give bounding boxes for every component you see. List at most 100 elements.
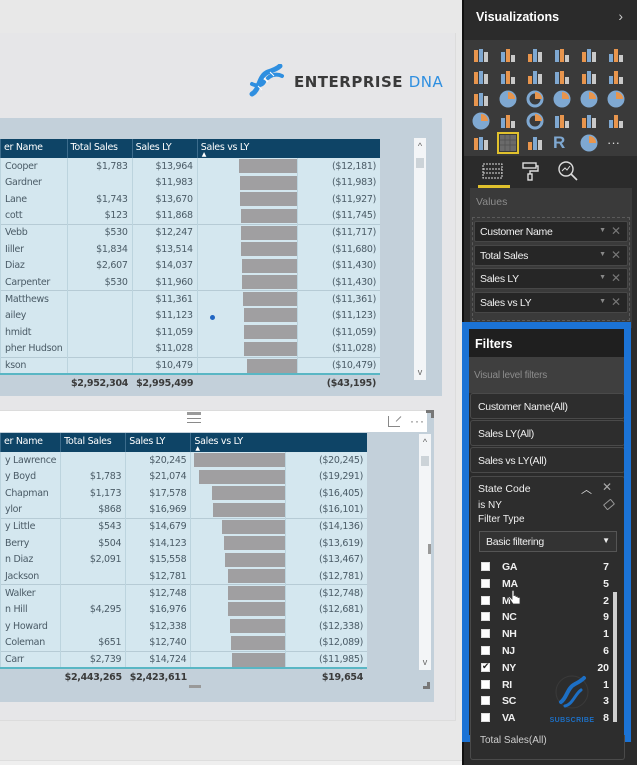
- card-icon[interactable]: [553, 112, 571, 130]
- table-row[interactable]: n Hill $4,295 $16,976 ($12,681): [0, 601, 367, 618]
- shape-map-icon[interactable]: [472, 112, 490, 130]
- scroll-thumb[interactable]: [421, 456, 429, 466]
- remove-field-icon[interactable]: ✕: [611, 224, 621, 238]
- globe-map-icon[interactable]: [580, 134, 598, 152]
- line-clustered-column-icon[interactable]: [580, 68, 598, 86]
- col-header-sales-ly[interactable]: Sales LY: [131, 139, 198, 158]
- analytics-magnifier-icon[interactable]: [557, 160, 579, 182]
- table-row[interactable]: y Boyd $1,783 $21,074 ($19,291): [0, 468, 367, 486]
- scroll-up-icon[interactable]: ^: [419, 437, 431, 447]
- table-row[interactable]: ylor $868 $16,969 ($16,101): [0, 501, 367, 519]
- field-dropdown-icon[interactable]: ▼: [599, 251, 606, 258]
- subscribe-watermark[interactable]: SUBSCRIBE: [543, 672, 601, 724]
- options-scrollbar[interactable]: [613, 592, 617, 722]
- table-row[interactable]: Vebb $530 $12,247 ($11,717): [0, 223, 380, 241]
- scroll-down-icon[interactable]: v: [414, 367, 426, 377]
- field-pill-sales-vs-ly[interactable]: Sales vs LY ▼ ✕: [474, 291, 628, 313]
- table-row[interactable]: Iiller $1,834 $13,514 ($11,680): [0, 240, 380, 258]
- stacked-area-icon[interactable]: [526, 68, 544, 86]
- remove-field-icon[interactable]: ✕: [611, 248, 621, 262]
- pie-chart-icon[interactable]: [499, 90, 517, 108]
- filter-card-customer-name[interactable]: Customer Name(All): [470, 393, 624, 419]
- checkbox[interactable]: [481, 629, 490, 639]
- table-row[interactable]: Carpenter $530 $11,960 ($11,430): [0, 274, 380, 291]
- checkbox[interactable]: [481, 578, 490, 588]
- field-pill-customer-name[interactable]: Customer Name ▼ ✕: [474, 221, 628, 242]
- filter-option-nj[interactable]: NJ 6: [479, 643, 609, 660]
- fields-tab-icon[interactable]: [482, 162, 504, 180]
- resize-handle-bottom[interactable]: [189, 685, 201, 688]
- filter-option-m[interactable]: M2: [479, 593, 609, 610]
- table-row[interactable]: ailey $11,123 ($11,123): [0, 307, 380, 324]
- filter-option-ga[interactable]: GA 7: [479, 559, 609, 576]
- checkbox[interactable]: [481, 562, 490, 571]
- values-well[interactable]: Customer Name ▼ ✕ Total Sales ▼ ✕ Sales LY ▼ ✕ Sa…: [472, 217, 630, 321]
- table-row[interactable]: pher Hudson $11,028 ($11,028): [0, 340, 380, 358]
- scatter-chart-icon[interactable]: [472, 90, 490, 108]
- table-icon[interactable]: [497, 132, 519, 154]
- table-row[interactable]: kson $10,479 ($10,479): [0, 356, 380, 374]
- checkbox[interactable]: [481, 679, 490, 689]
- scrollbar-top[interactable]: ^ v: [414, 138, 426, 380]
- filter-card-sales-vs-ly[interactable]: Sales vs LY(All): [470, 447, 624, 473]
- remove-filter-icon[interactable]: ✕: [602, 480, 612, 494]
- funnel-icon[interactable]: [499, 112, 517, 130]
- resize-handle-bottom-right[interactable]: [423, 682, 430, 689]
- area-chart-icon[interactable]: [499, 68, 517, 86]
- scroll-up-icon[interactable]: ^: [414, 141, 426, 151]
- drag-handle-icon[interactable]: [187, 412, 201, 423]
- clear-filter-eraser-icon[interactable]: [602, 498, 616, 511]
- r-visual-icon[interactable]: R: [553, 134, 571, 152]
- collapse-filter-icon[interactable]: ︿: [581, 481, 592, 497]
- format-paint-roller-icon[interactable]: [521, 161, 539, 181]
- field-dropdown-icon[interactable]: ▼: [599, 227, 606, 234]
- more-options-icon[interactable]: ···: [410, 414, 425, 428]
- table-row[interactable]: Coleman $651 $12,740 ($12,089): [0, 634, 367, 652]
- table-row[interactable]: n Diaz $2,091 $15,558 ($13,467): [0, 551, 367, 569]
- field-dropdown-icon[interactable]: ▼: [599, 274, 606, 281]
- checkbox[interactable]: [481, 713, 490, 723]
- matrix-icon[interactable]: [526, 134, 544, 152]
- gauge-icon[interactable]: [526, 112, 544, 130]
- table-row[interactable]: Matthews $11,361 ($11,361): [0, 290, 380, 308]
- table-visual-bottom[interactable]: ··· er Name Total Sales Sales LY Sales v…: [0, 410, 434, 702]
- table-visual-top[interactable]: er Name Total Sales Sales LY Sales vs LY…: [0, 118, 442, 396]
- filter-option-ma[interactable]: MA 5: [479, 576, 609, 593]
- table-row[interactable]: Berry $504 $14,123 ($13,619): [0, 534, 367, 552]
- col-header-customer-name[interactable]: er Name: [0, 433, 61, 452]
- col-header-customer-name[interactable]: er Name: [0, 139, 67, 158]
- table-row[interactable]: Jackson $12,781 ($12,781): [0, 568, 367, 585]
- table-row[interactable]: hmidt $11,059 ($11,059): [0, 323, 380, 341]
- stacked-bar-icon[interactable]: [472, 46, 490, 64]
- filled-map-icon[interactable]: [607, 90, 625, 108]
- table-row[interactable]: Chapman $1,173 $17,578 ($16,405): [0, 485, 367, 502]
- line-chart-icon[interactable]: [472, 68, 490, 86]
- table-row[interactable]: y Little $543 $14,679 ($14,136): [0, 517, 367, 535]
- resize-handle-top-right[interactable]: [426, 410, 434, 418]
- checkbox[interactable]: [481, 696, 490, 706]
- remove-field-icon[interactable]: ✕: [611, 271, 621, 285]
- checkbox[interactable]: [481, 661, 490, 672]
- clustered-column-icon[interactable]: [553, 46, 571, 64]
- checkbox[interactable]: [481, 595, 490, 605]
- filter-type-dropdown[interactable]: Basic filtering ▼: [479, 531, 617, 552]
- table-row[interactable]: y Howard $12,338 ($12,338): [0, 617, 367, 635]
- scroll-thumb[interactable]: [416, 158, 424, 168]
- more-visuals-icon[interactable]: ···: [607, 134, 625, 152]
- table-row[interactable]: Gardner $11,983 ($11,983): [0, 174, 380, 192]
- table-row[interactable]: Cooper $1,783 $13,964 ($12,181): [0, 158, 380, 175]
- col-header-sales-ly[interactable]: Sales LY: [125, 433, 191, 452]
- filter-option-nh[interactable]: NH 1: [479, 626, 609, 643]
- table-row[interactable]: cott $123 $11,868 ($11,745): [0, 207, 380, 225]
- col-header-total-sales[interactable]: Total Sales: [66, 139, 133, 158]
- multi-row-card-icon[interactable]: [580, 112, 598, 130]
- focus-mode-icon[interactable]: [388, 416, 400, 427]
- col-header-total-sales[interactable]: Total Sales: [60, 433, 126, 452]
- field-dropdown-icon[interactable]: ▼: [599, 298, 606, 305]
- donut-chart-icon[interactable]: [526, 90, 544, 108]
- field-pill-sales-ly[interactable]: Sales LY ▼ ✕: [474, 268, 628, 289]
- checkbox[interactable]: [481, 612, 490, 622]
- checkbox[interactable]: [481, 646, 490, 655]
- col-header-sales-vs-ly[interactable]: Sales vs LY: [190, 433, 367, 452]
- collapse-pane-icon[interactable]: ›: [618, 8, 623, 24]
